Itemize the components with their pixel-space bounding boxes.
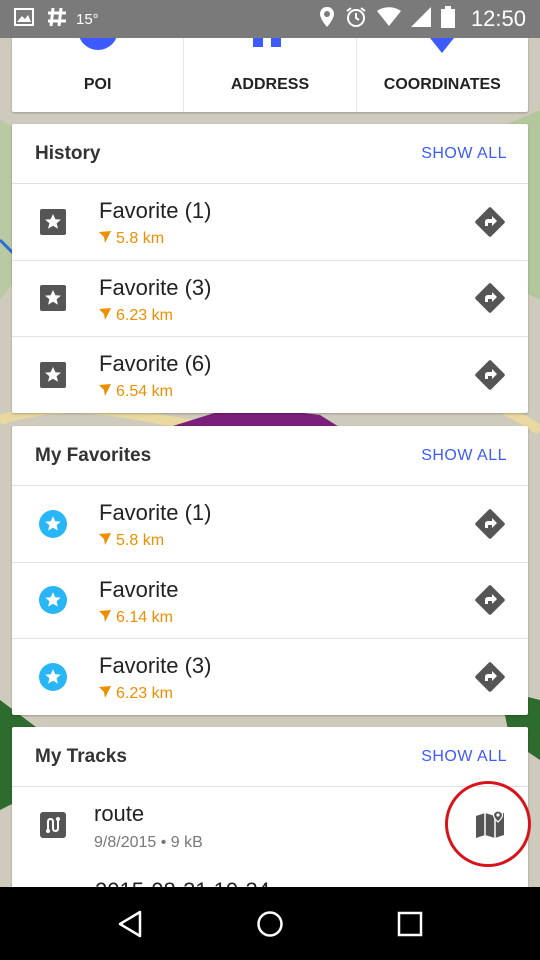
history-item-distance: 6.54 km [116, 383, 173, 400]
navigate-icon[interactable] [474, 661, 506, 693]
tab-coordinates-label: COORDINATES [383, 76, 501, 93]
history-item-title: Favorite (1) [99, 198, 212, 223]
tab-coordinates[interactable]: COORDINATES [357, 38, 528, 112]
favorite-square-icon [39, 284, 67, 312]
history-title: History [35, 142, 101, 164]
tab-poi[interactable]: POI [12, 38, 185, 112]
recent-apps-icon[interactable] [390, 904, 430, 944]
favorite-item[interactable]: Favorite 6.14 km [12, 563, 528, 639]
clock: 12:50 [470, 6, 526, 31]
tab-poi-label: POI [83, 76, 112, 93]
favorite-square-icon [39, 208, 67, 236]
tab-address-label: ADDRESS [230, 76, 310, 93]
favorite-item-distance-row: 6.23 km [99, 685, 211, 703]
tracks-card: My Tracks SHOW ALL route 9/8/2015 • 9 kB [12, 727, 528, 902]
history-header: History SHOW ALL [12, 124, 528, 184]
track-item[interactable]: route 9/8/2015 • 9 kB [12, 787, 528, 864]
track-item-meta: 9/8/2015 • 9 kB [94, 834, 203, 851]
favorite-item[interactable]: Favorite (3) 6.23 km [12, 639, 528, 716]
navigate-icon[interactable] [474, 282, 506, 314]
tracks-header: My Tracks SHOW ALL [12, 727, 528, 787]
settings-hash-icon [46, 6, 68, 33]
favorites-title: My Favorites [35, 444, 152, 466]
status-bar: 15° 12:50 [0, 0, 540, 38]
coordinates-icon [424, 38, 460, 59]
direction-arrow-icon [99, 307, 111, 325]
history-item-distance-row: 6.23 km [99, 307, 211, 325]
favorite-item-title: Favorite [99, 576, 179, 602]
history-item[interactable]: Favorite (3) 6.23 km [12, 261, 528, 337]
tab-address[interactable]: ADDRESS [184, 38, 357, 112]
favorite-star-icon [39, 509, 67, 538]
favorite-star-icon [39, 663, 67, 692]
favorite-item[interactable]: Favorite (1) 5.8 km [12, 486, 528, 563]
navigate-icon[interactable] [474, 206, 506, 238]
navigate-icon[interactable] [474, 359, 506, 391]
history-item-title: Favorite (6) [99, 351, 212, 376]
history-item-title: Favorite (3) [99, 274, 212, 300]
direction-arrow-icon [99, 609, 111, 627]
location-icon [319, 6, 335, 33]
favorites-show-all-button[interactable]: SHOW ALL [421, 447, 507, 465]
favorite-item-title: Favorite (3) [99, 653, 212, 678]
history-item[interactable]: Favorite (1) 5.8 km [12, 184, 528, 261]
tracks-title: My Tracks [35, 745, 127, 767]
search-type-tabs: POI ADDRESS COORDINATES [12, 38, 528, 112]
alarm-icon [345, 6, 367, 33]
favorites-card: My Favorites SHOW ALL Favorite (1) 5.8 k… [12, 426, 528, 715]
back-icon[interactable] [110, 904, 150, 944]
poi-icon [76, 38, 120, 57]
favorite-item-distance: 5.8 km [116, 532, 165, 549]
history-card: History SHOW ALL Favorite (1) 5.8 km Fav… [12, 124, 528, 413]
temperature-label: 15° [76, 10, 99, 28]
navigate-icon[interactable] [474, 584, 506, 616]
history-item-distance-row: 5.8 km [99, 230, 211, 248]
wifi-icon [376, 6, 401, 32]
track-route-icon [39, 811, 67, 839]
direction-arrow-icon [99, 383, 111, 401]
track-item-title: route [94, 801, 145, 826]
favorite-star-icon [39, 586, 67, 615]
history-show-all-button[interactable]: SHOW ALL [421, 145, 507, 163]
image-icon [14, 7, 34, 32]
direction-arrow-icon [99, 532, 111, 550]
favorite-item-distance-row: 6.14 km [99, 609, 178, 627]
address-icon [250, 38, 290, 53]
favorite-item-distance: 6.14 km [116, 608, 173, 626]
signal-icon [410, 6, 431, 32]
home-icon[interactable] [250, 904, 290, 944]
favorite-item-distance: 6.23 km [116, 685, 173, 702]
direction-arrow-icon [99, 230, 111, 248]
show-on-map-icon[interactable] [474, 809, 506, 841]
history-item-distance: 6.23 km [116, 306, 173, 324]
navigate-icon[interactable] [474, 508, 506, 540]
history-item[interactable]: Favorite (6) 6.54 km [12, 337, 528, 414]
system-navigation-bar [0, 887, 540, 960]
history-item-distance: 5.8 km [116, 230, 165, 247]
favorite-item-title: Favorite (1) [99, 500, 212, 525]
favorite-square-icon [39, 361, 67, 389]
favorite-item-distance-row: 5.8 km [99, 532, 211, 550]
battery-icon [440, 5, 455, 33]
favorites-header: My Favorites SHOW ALL [12, 426, 528, 486]
tracks-show-all-button[interactable]: SHOW ALL [421, 748, 507, 766]
history-item-distance-row: 6.54 km [99, 383, 211, 401]
direction-arrow-icon [99, 685, 111, 703]
